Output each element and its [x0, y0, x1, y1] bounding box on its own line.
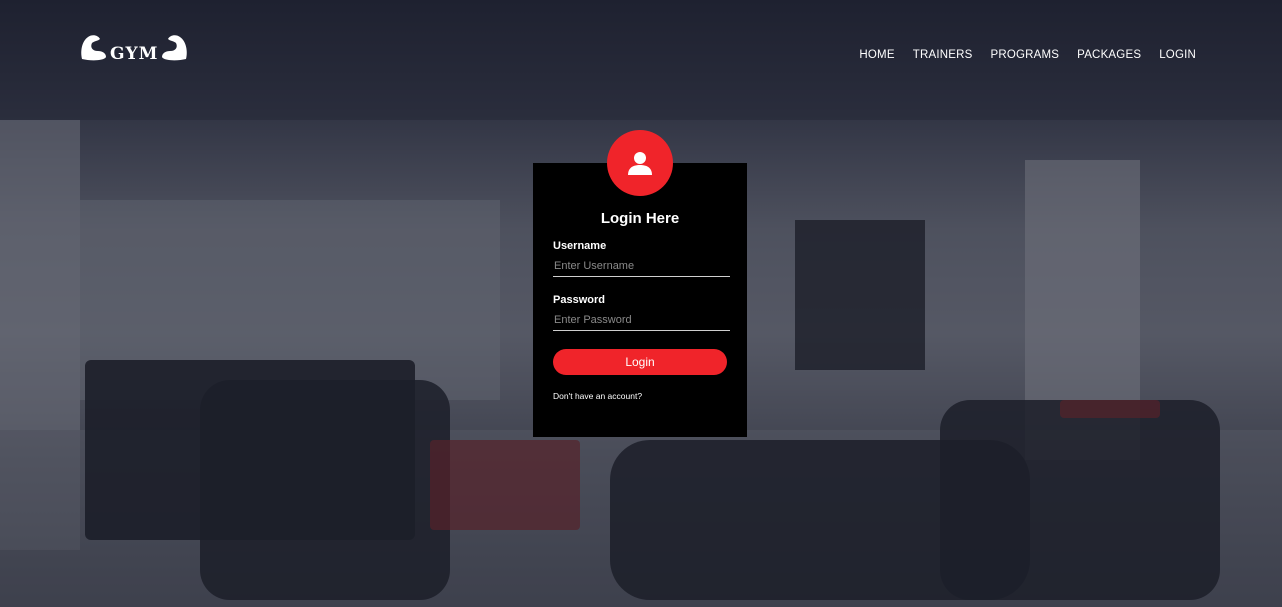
nav-programs[interactable]: PROGRAMS	[990, 49, 1059, 61]
username-label: Username	[553, 240, 607, 252]
signup-link[interactable]: Don't have an account?	[553, 391, 642, 401]
password-label: Password	[553, 294, 605, 306]
main-nav: HOME TRAINERS PROGRAMS PACKAGES LOGIN	[859, 49, 1196, 61]
password-input[interactable]	[553, 309, 730, 331]
login-title: Login Here	[600, 210, 680, 227]
nav-packages[interactable]: PACKAGES	[1077, 49, 1141, 61]
nav-home[interactable]: HOME	[859, 49, 894, 61]
flexing-arm-icon	[162, 35, 188, 61]
username-input[interactable]	[553, 255, 730, 277]
avatar	[607, 130, 673, 196]
login-card: Login Here Username Password Login Don't…	[533, 163, 747, 437]
logo-text: GYM	[110, 44, 159, 64]
flexing-arm-icon	[81, 35, 106, 61]
login-button[interactable]: Login	[553, 349, 727, 375]
nav-login[interactable]: LOGIN	[1159, 49, 1196, 61]
brand-logo[interactable]: GYM	[78, 30, 190, 64]
nav-trainers[interactable]: TRAINERS	[913, 49, 973, 61]
user-icon	[628, 152, 652, 175]
